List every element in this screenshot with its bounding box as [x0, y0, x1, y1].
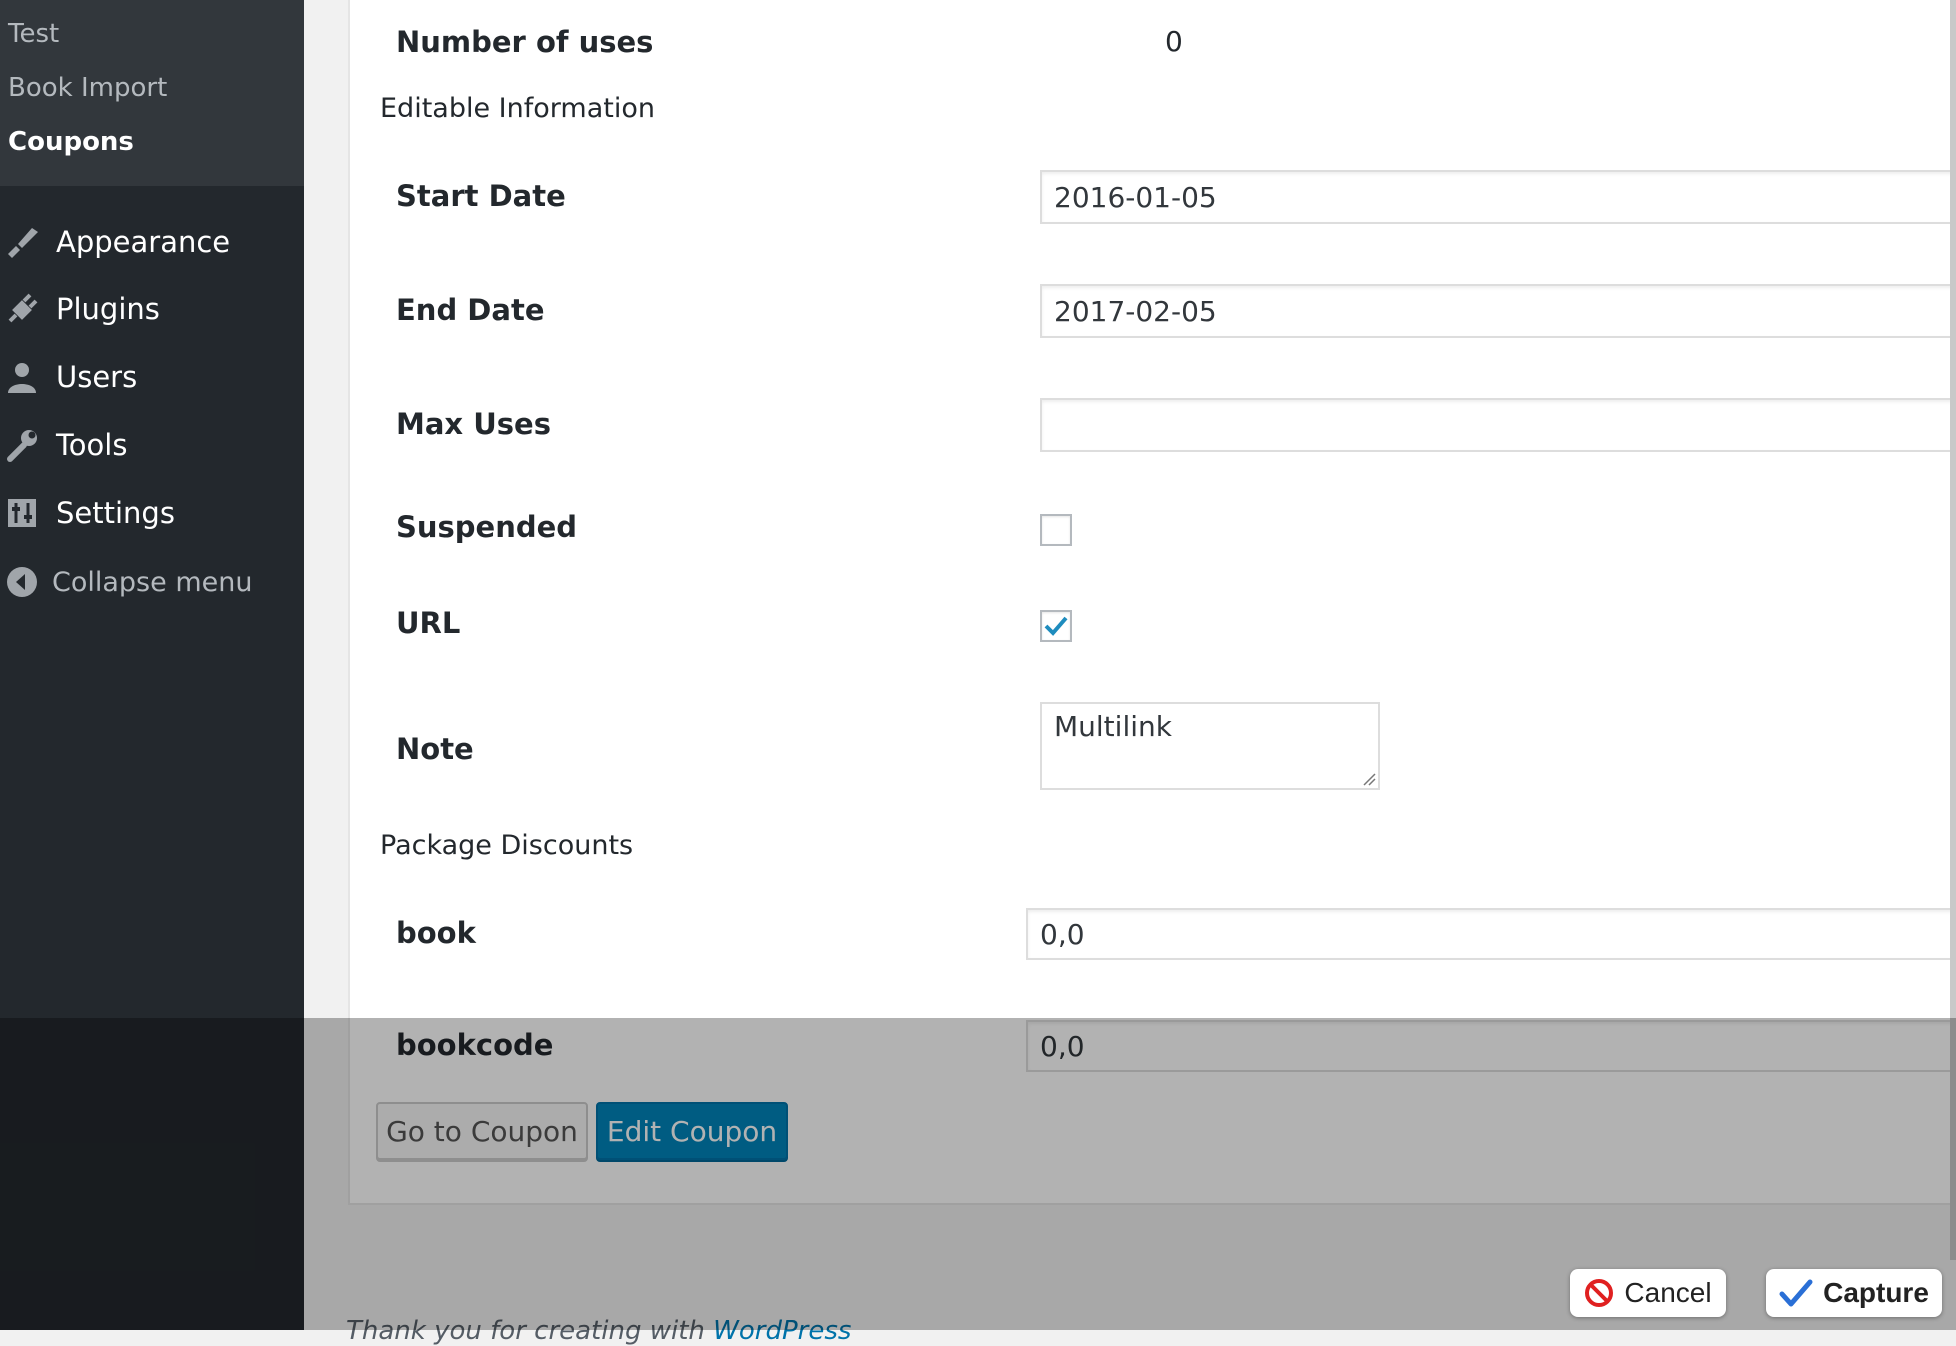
submenu: Test Book Import Coupons: [0, 0, 304, 186]
end-date-label: End Date: [396, 293, 545, 327]
start-date-input[interactable]: [1040, 170, 1956, 224]
user-icon: [2, 357, 42, 397]
sidebar-item-label: Settings: [56, 496, 175, 530]
note-textarea[interactable]: Multilink: [1040, 702, 1380, 790]
number-of-uses-label: Number of uses: [396, 25, 654, 59]
scrollbar[interactable]: [1950, 0, 1956, 1260]
editable-information-heading: Editable Information: [380, 93, 655, 124]
sidebar-item-label: Users: [56, 360, 138, 394]
wordpress-link[interactable]: WordPress: [713, 1316, 851, 1346]
url-checkbox[interactable]: [1040, 610, 1072, 642]
coupon-form-panel: Number of uses 0 Editable Information St…: [348, 0, 1956, 1205]
package-input-bookcode[interactable]: [1026, 1020, 1956, 1072]
url-label: URL: [396, 606, 461, 640]
submenu-item-test[interactable]: Test: [8, 19, 59, 49]
end-date-input[interactable]: [1040, 284, 1956, 338]
plug-icon: [2, 289, 42, 329]
footer-credit: Thank you for creating with WordPress: [346, 1316, 851, 1346]
footer-text-prefix: Thank you for creating with: [346, 1316, 705, 1346]
package-input-book[interactable]: [1026, 908, 1956, 960]
collapse-menu-button[interactable]: Collapse menu: [0, 557, 304, 607]
submenu-item-book-import[interactable]: Book Import: [8, 73, 167, 103]
sidebar-item-settings[interactable]: Settings: [0, 488, 304, 538]
sidebar-item-plugins[interactable]: Plugins: [0, 284, 304, 334]
max-uses-label: Max Uses: [396, 407, 551, 441]
sidebar-item-tools[interactable]: Tools: [0, 420, 304, 470]
note-label: Note: [396, 732, 474, 766]
edit-coupon-button[interactable]: Edit Coupon: [596, 1102, 788, 1160]
sidebar-item-label: Appearance: [56, 225, 231, 259]
start-date-label: Start Date: [396, 179, 566, 213]
cancel-label: Cancel: [1624, 1277, 1712, 1308]
number-of-uses-value: 0: [1165, 25, 1183, 58]
wrench-icon: [2, 425, 42, 465]
submenu-item-coupons[interactable]: Coupons: [8, 127, 134, 157]
collapse-menu-label: Collapse menu: [52, 566, 253, 598]
checkmark-icon: [1779, 1278, 1813, 1308]
max-uses-input[interactable]: [1040, 398, 1956, 452]
package-label-book: book: [396, 916, 476, 950]
sliders-icon: [2, 493, 42, 533]
package-label-bookcode: bookcode: [396, 1028, 554, 1062]
cancel-button[interactable]: Cancel: [1570, 1269, 1726, 1317]
suspended-checkbox[interactable]: [1040, 514, 1072, 546]
no-entry-icon: [1584, 1278, 1614, 1308]
admin-sidebar: Test Book Import Coupons Appearance Plug…: [0, 0, 304, 1330]
suspended-label: Suspended: [396, 510, 578, 544]
paintbrush-icon: [2, 222, 42, 262]
checkmark-icon: [1044, 616, 1068, 636]
sidebar-item-users[interactable]: Users: [0, 352, 304, 402]
go-to-coupon-button[interactable]: Go to Coupon: [376, 1102, 588, 1160]
capture-button[interactable]: Capture: [1766, 1269, 1942, 1317]
sidebar-item-label: Plugins: [56, 292, 160, 326]
sidebar-item-label: Tools: [56, 428, 128, 462]
collapse-arrow-icon: [2, 562, 42, 602]
resize-grip-icon[interactable]: [1362, 772, 1376, 786]
package-discounts-heading: Package Discounts: [380, 830, 634, 861]
capture-label: Capture: [1823, 1277, 1929, 1308]
sidebar-item-appearance[interactable]: Appearance: [0, 217, 304, 267]
